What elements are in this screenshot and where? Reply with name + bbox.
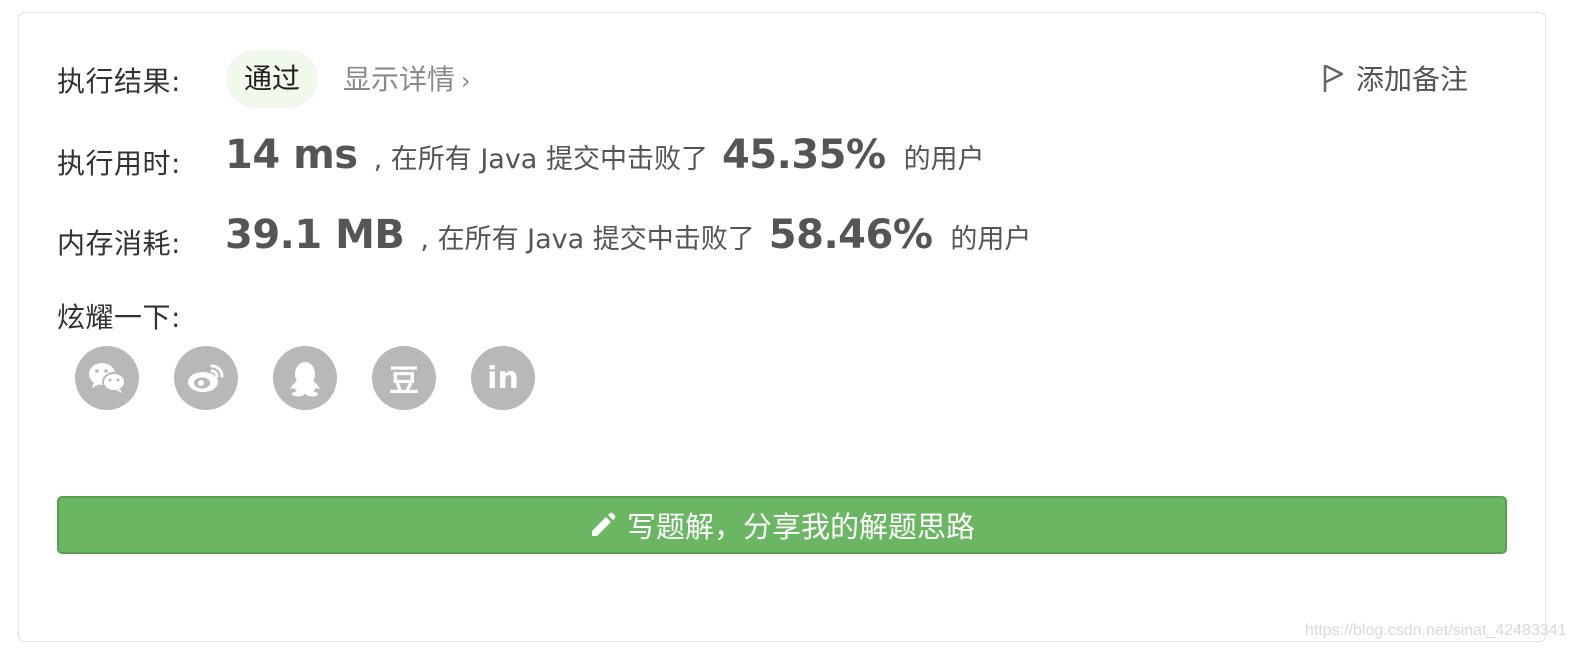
wechat-icon bbox=[89, 363, 126, 393]
runtime-label: 执行用时: bbox=[57, 147, 181, 180]
add-note-button[interactable]: 添加备注 bbox=[1322, 58, 1468, 102]
write-solution-label: 写题解，分享我的解题思路 bbox=[626, 510, 975, 544]
memory-label: 内存消耗: bbox=[57, 227, 181, 260]
qq-icon bbox=[290, 362, 320, 397]
share-linkedin-button[interactable]: in bbox=[471, 346, 535, 410]
memory-value: 39.1 MB bbox=[225, 212, 405, 258]
runtime-value: 14 ms bbox=[225, 132, 358, 178]
share-wechat-button[interactable] bbox=[75, 346, 139, 410]
linkedin-icon: in bbox=[487, 360, 519, 396]
result-label: 执行结果: bbox=[57, 65, 181, 98]
memory-middle-text: , 在所有 Java 提交中击败了 bbox=[420, 224, 755, 255]
show-details-label: 显示详情 bbox=[343, 63, 456, 96]
memory-percent: 58.46% bbox=[768, 212, 933, 258]
add-note-label: 添加备注 bbox=[1356, 63, 1469, 96]
write-solution-button[interactable]: 写题解，分享我的解题思路 bbox=[57, 496, 1507, 554]
share-douban-button[interactable]: 豆 bbox=[372, 346, 436, 410]
flag-icon bbox=[1323, 64, 1344, 92]
douban-icon: 豆 bbox=[389, 364, 419, 399]
runtime-suffix: 的用户 bbox=[903, 144, 985, 175]
status-badge: 通过 bbox=[226, 50, 319, 108]
share-qq-button[interactable] bbox=[273, 346, 337, 410]
weibo-icon bbox=[188, 364, 224, 392]
share-label: 炫耀一下: bbox=[57, 301, 181, 334]
memory-suffix: 的用户 bbox=[950, 224, 1032, 255]
share-weibo-button[interactable] bbox=[174, 346, 238, 410]
runtime-middle-text: , 在所有 Java 提交中击败了 bbox=[373, 144, 708, 175]
watermark: https://blog.csdn.net/sinat_42483341 bbox=[1305, 622, 1567, 639]
show-details-link[interactable]: 显示详情 › bbox=[343, 58, 471, 103]
share-icons: 豆 in bbox=[75, 346, 535, 410]
runtime-stat: 14 ms , 在所有 Java 提交中击败了 45.35% 的用户 bbox=[225, 132, 985, 178]
runtime-percent: 45.35% bbox=[721, 132, 886, 178]
chevron-right-icon: › bbox=[461, 67, 471, 95]
memory-stat: 39.1 MB , 在所有 Java 提交中击败了 58.46% 的用户 bbox=[225, 212, 1031, 258]
pencil-icon bbox=[591, 512, 616, 536]
